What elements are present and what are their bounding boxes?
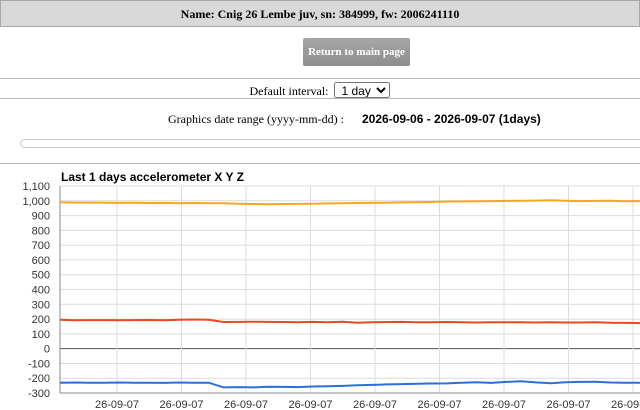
x-tick-label: 26-09-07	[482, 399, 526, 410]
y-tick-label: -100	[28, 358, 50, 370]
y-tick-label: 600	[32, 255, 50, 267]
loading-progress-bar	[20, 139, 640, 148]
device-title: Name: Cnig 26 Lembe juv, sn: 384999, fw:…	[180, 7, 460, 21]
y-tick-label: -200	[28, 373, 50, 385]
series-line-z	[59, 380, 640, 389]
x-tick-label: 26-09-07	[546, 399, 590, 410]
return-main-button[interactable]: Return to main page	[303, 38, 410, 66]
y-tick-label: 0	[44, 344, 50, 356]
divider-top	[0, 78, 640, 79]
interval-row: Default interval: 1 day	[0, 82, 640, 99]
accelerometer-chart: 1,100 1,000 900 800 700 600 500 400 300 200 100 0 -1…	[22, 181, 640, 410]
y-tick-label: 1,000	[22, 196, 50, 208]
x-tick-label: 26-09-07	[417, 399, 461, 410]
x-tick-label: 26-09-07	[159, 399, 203, 410]
y-tick-label: 700	[32, 240, 50, 252]
date-range-value: 2026-09-06 - 2026-09-07 (1days)	[362, 112, 541, 126]
interval-label: Default interval:	[249, 84, 329, 98]
date-range-label: Graphics date range (yyyy-mm-dd) :	[168, 112, 344, 126]
y-tick-label: 900	[32, 211, 50, 223]
divider-mid	[0, 98, 640, 99]
y-tick-label: 100	[32, 329, 50, 341]
x-tick-label: 26-09-07	[95, 399, 139, 410]
x-tick-label: 26-09-07	[353, 399, 397, 410]
y-tick-label: 300	[32, 299, 50, 311]
x-tick-label: 26-09-07	[224, 399, 268, 410]
series-line-y	[59, 318, 640, 325]
y-tick-label: 200	[32, 314, 50, 326]
y-tick-label: -300	[28, 388, 50, 400]
divider-chart	[0, 163, 640, 164]
y-tick-label: 500	[32, 270, 50, 282]
x-tick-label: 26-09-07	[288, 399, 332, 410]
y-tick-label: 1,100	[22, 181, 50, 193]
x-tick-label: 26-09-07	[611, 399, 640, 410]
y-tick-label: 800	[32, 225, 50, 237]
device-title-bar: Name: Cnig 26 Lembe juv, sn: 384999, fw:…	[0, 0, 640, 27]
interval-select[interactable]: 1 day	[334, 82, 391, 98]
y-tick-label: 400	[32, 285, 50, 297]
